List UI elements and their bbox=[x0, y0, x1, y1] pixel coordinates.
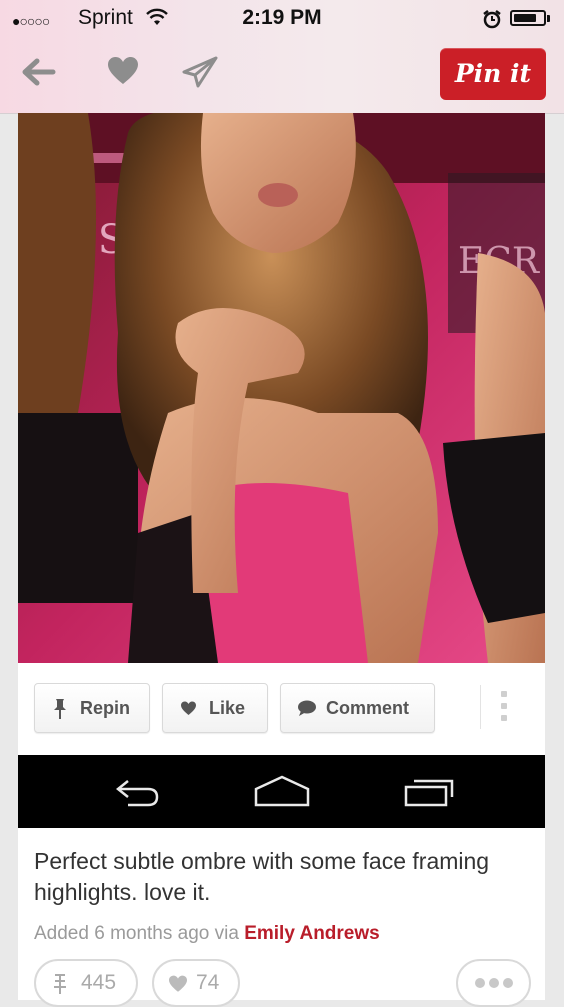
back-arrow-icon[interactable] bbox=[20, 56, 56, 88]
top-bar: ●○○○○ Sprint 2:19 PM Pin it bbox=[0, 0, 564, 114]
repin-label: Repin bbox=[80, 698, 131, 718]
battery-tip bbox=[547, 15, 550, 22]
pin-actions: Repin Like Comment bbox=[18, 663, 545, 755]
pin-attribution: Added 6 months ago via Emily Andrews bbox=[34, 923, 380, 945]
pin-photo[interactable]: A'S ECR bbox=[18, 113, 545, 663]
android-recents-icon bbox=[404, 779, 454, 807]
heart-icon bbox=[169, 975, 187, 992]
like-label: Like bbox=[209, 698, 246, 718]
pin-it-button[interactable]: Pin it bbox=[440, 48, 546, 100]
android-back-icon bbox=[115, 780, 159, 807]
battery-icon bbox=[510, 10, 546, 26]
pin-card: A'S ECR Repin Like bbox=[18, 113, 545, 1007]
pushpin-icon bbox=[54, 974, 66, 994]
repin-button[interactable]: Repin bbox=[34, 683, 150, 733]
status-bar: ●○○○○ Sprint 2:19 PM bbox=[0, 0, 564, 40]
android-nav-bar bbox=[18, 755, 545, 828]
heart-icon[interactable] bbox=[107, 56, 139, 86]
repin-count: 445 bbox=[81, 971, 117, 994]
alarm-icon bbox=[483, 10, 501, 29]
more-icon bbox=[475, 978, 513, 988]
pushpin-icon bbox=[54, 699, 66, 719]
more-options-handle[interactable] bbox=[480, 685, 511, 729]
comment-button[interactable]: Comment bbox=[280, 683, 435, 733]
clock: 2:19 PM bbox=[242, 6, 322, 29]
like-button[interactable]: Like bbox=[162, 683, 268, 733]
speech-bubble-icon bbox=[298, 700, 316, 716]
comment-label: Comment bbox=[326, 698, 410, 718]
send-icon[interactable] bbox=[182, 56, 218, 88]
pinner-name-link[interactable]: Emily Andrews bbox=[244, 923, 380, 944]
added-text: Added 6 months ago via bbox=[34, 923, 239, 944]
heart-icon bbox=[181, 701, 196, 715]
pin-description: Perfect subtle ombre with some face fram… bbox=[34, 848, 490, 905]
like-count: 74 bbox=[196, 971, 220, 994]
android-home-icon bbox=[254, 775, 310, 807]
